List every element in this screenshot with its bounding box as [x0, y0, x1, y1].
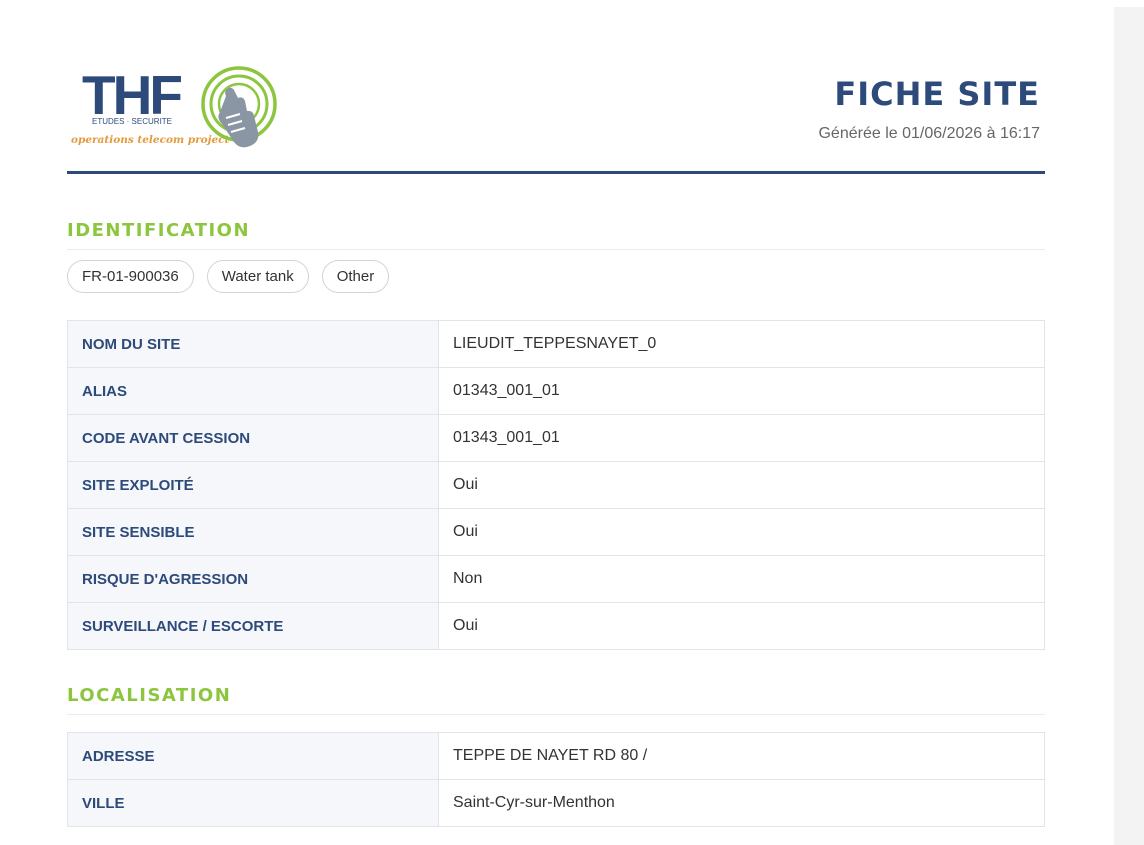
- table-row: SITE EXPLOITÉ Oui: [67, 461, 1045, 509]
- page: THF ETUDES · SECURITE operations telecom…: [0, 0, 1144, 845]
- table-row: VILLE Saint-Cyr-sur-Menthon: [67, 779, 1045, 827]
- table-row: NOM DU SITE LIEUDIT_TEPPESNAYET_0: [67, 320, 1045, 368]
- row-label: SITE EXPLOITÉ: [67, 461, 439, 509]
- row-label: SITE SENSIBLE: [67, 508, 439, 556]
- thf-logo: THF ETUDES · SECURITE operations telecom…: [70, 62, 280, 154]
- table-row: ALIAS 01343_001_01: [67, 367, 1045, 415]
- tag-site-code: FR-01-900036: [67, 260, 194, 293]
- section-title-localisation: LOCALISATION: [67, 685, 1045, 715]
- scrollbar-track[interactable]: [1114, 7, 1144, 845]
- page-title: FICHE SITE: [834, 75, 1040, 113]
- row-label: ALIAS: [67, 367, 439, 415]
- table-row: SITE SENSIBLE Oui: [67, 508, 1045, 556]
- table-row: SURVEILLANCE / ESCORTE Oui: [67, 602, 1045, 650]
- row-value: 01343_001_01: [438, 414, 1045, 462]
- localisation-table: ADRESSE TEPPE DE NAYET RD 80 / VILLE Sai…: [67, 732, 1045, 827]
- identification-table: NOM DU SITE LIEUDIT_TEPPESNAYET_0 ALIAS …: [67, 320, 1045, 650]
- table-row: ADRESSE TEPPE DE NAYET RD 80 /: [67, 732, 1045, 780]
- row-label: ADRESSE: [67, 732, 439, 780]
- document: THF ETUDES · SECURITE operations telecom…: [67, 0, 1045, 827]
- row-value: Oui: [438, 508, 1045, 556]
- row-value: Oui: [438, 602, 1045, 650]
- row-label: NOM DU SITE: [67, 320, 439, 368]
- row-label: SURVEILLANCE / ESCORTE: [67, 602, 439, 650]
- tag-list: FR-01-900036 Water tank Other: [67, 260, 1045, 293]
- row-value: Saint-Cyr-sur-Menthon: [438, 779, 1045, 827]
- header-meta: FICHE SITE Générée le 01/06/2026 à 16:17: [818, 74, 1040, 143]
- logo-subtitle: ETUDES · SECURITE: [92, 117, 172, 126]
- generated-timestamp: Générée le 01/06/2026 à 16:17: [818, 125, 1040, 142]
- tag-category: Other: [321, 260, 390, 293]
- row-value: Oui: [438, 461, 1045, 509]
- row-label: RISQUE D'AGRESSION: [67, 555, 439, 603]
- row-label: CODE AVANT CESSION: [67, 414, 439, 462]
- row-value: Non: [438, 555, 1045, 603]
- section-title-identification: IDENTIFICATION: [67, 220, 1045, 250]
- logo-tagline: operations telecom project: [71, 134, 230, 146]
- row-value: LIEUDIT_TEPPESNAYET_0: [438, 320, 1045, 368]
- table-row: CODE AVANT CESSION 01343_001_01: [67, 414, 1045, 462]
- table-row: RISQUE D'AGRESSION Non: [67, 555, 1045, 603]
- row-value: TEPPE DE NAYET RD 80 /: [438, 732, 1045, 780]
- row-value: 01343_001_01: [438, 367, 1045, 415]
- row-label: VILLE: [67, 779, 439, 827]
- header: THF ETUDES · SECURITE operations telecom…: [67, 0, 1045, 174]
- tag-site-type: Water tank: [206, 260, 309, 293]
